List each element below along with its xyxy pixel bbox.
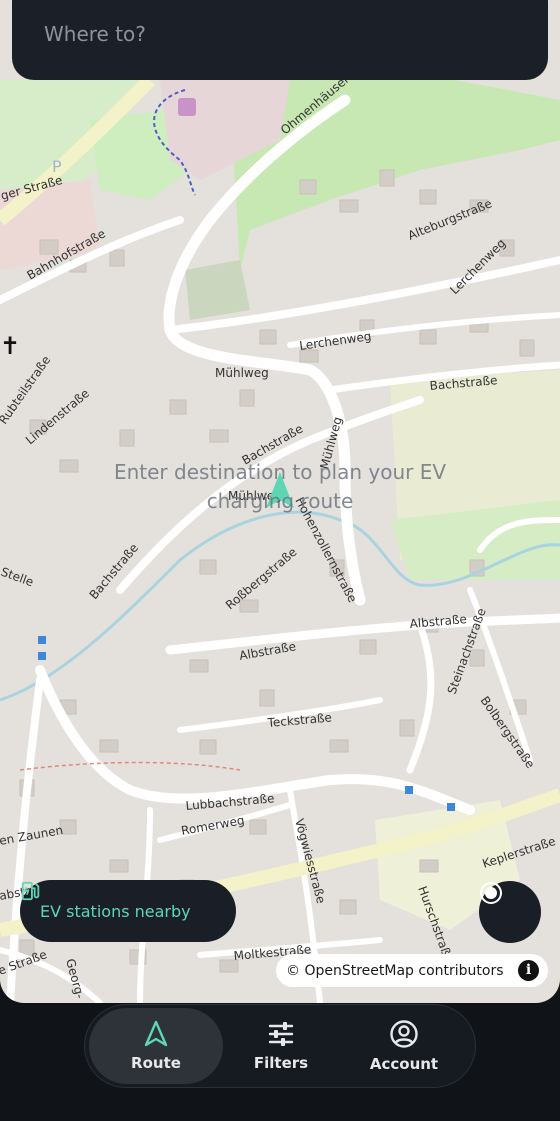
parking-icon: P [52,157,62,176]
street-label: Alteburgstraße [406,196,494,242]
ev-stations-nearby-label: EV stations nearby [40,901,191,921]
street-label: Albstraße [409,612,467,631]
street-label: Romerweg [180,813,245,838]
street-label: Roßbergstraße [223,545,300,612]
locate-icon [480,882,502,904]
map-attribution[interactable]: © OpenStreetMap contributors i [276,954,548,987]
street-label: Lerchenweg [298,329,372,353]
nav-item-account[interactable]: Account [337,1008,471,1084]
street-label: Lindenstraße [23,386,92,447]
nav-label-filters: Filters [253,1054,309,1072]
shop-icon [178,98,196,116]
my-location-button[interactable] [479,881,541,943]
navigation-arrow-icon [144,1020,168,1047]
sliders-icon [268,1022,294,1046]
ev-station-icon [21,881,40,901]
bus-stop-icon [38,636,46,644]
nav-item-filters[interactable]: Filters [214,1008,348,1084]
street-label: Teckstraße [266,710,332,730]
footpath [19,761,241,771]
bottom-navigation: Route Filters Account [84,1004,476,1088]
nav-label-route: Route [131,1054,181,1072]
search-bar[interactable]: Where to? [12,0,548,80]
street-label: Lerchenweg [447,236,508,297]
street-label: Bolbergstraße [478,694,538,771]
info-icon[interactable]: i [518,960,539,981]
map-view[interactable]: Ohmenhäuser Alteburgstraße Lerchenweg Ba… [0,0,560,1003]
bus-stop-icon [405,786,413,794]
account-circle-icon [390,1020,418,1048]
nav-item-route[interactable]: Route [89,1008,223,1084]
empty-route-hint: Enter destination to plan your EV chargi… [113,460,447,513]
street-label: Stelle [0,565,35,590]
nav-label-account: Account [369,1055,439,1073]
street-label: Mühlweg [215,366,269,380]
street-label: en Zaunen [0,823,64,848]
search-input-placeholder[interactable]: Where to? [44,22,146,46]
church-icon: ✝ [0,332,20,360]
ev-stations-nearby-button[interactable]: EV stations nearby [20,880,236,942]
green-area [185,260,250,320]
bus-stop-icon [38,652,46,660]
street-label: Rubteilstraße [0,353,53,427]
attribution-text: © OpenStreetMap contributors [286,962,504,979]
bus-stop-icon [447,803,455,811]
